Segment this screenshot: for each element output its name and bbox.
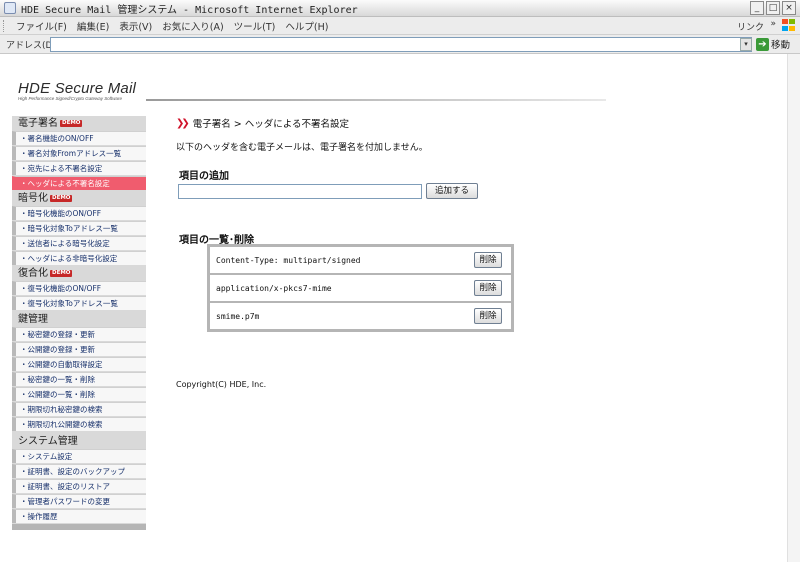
sidebar-section-system: システム管理: [12, 434, 146, 449]
sidebar-item-operation-log[interactable]: ・操作履歴: [12, 509, 146, 523]
list-item-text: smime.p7m: [216, 312, 260, 321]
add-section-heading: 項目の追加: [179, 171, 229, 182]
sidebar-item-admin-password[interactable]: ・管理者パスワードの変更: [12, 494, 146, 508]
menu-edit[interactable]: 編集(E): [77, 19, 109, 33]
sidebar-item-public-key-register[interactable]: ・公開鍵の登録・更新: [12, 342, 146, 356]
sidebar-item-decrypt-to-list[interactable]: ・復号化対象Toアドレス一覧: [12, 296, 146, 310]
add-button[interactable]: 追加する: [426, 183, 478, 199]
sidebar-item-expired-public-key-search[interactable]: ・期限切れ公開鍵の検索: [12, 417, 146, 431]
menu-favorites[interactable]: お気に入り(A): [162, 19, 223, 33]
address-input[interactable]: [50, 37, 752, 52]
sidebar-item-no-encrypt-by-header[interactable]: ・ヘッダによる非暗号化設定: [12, 251, 146, 265]
minimize-button[interactable]: _: [750, 1, 764, 15]
go-button[interactable]: ➔ 移動: [756, 37, 790, 51]
copyright: Copyright(C) HDE, Inc.: [176, 380, 267, 389]
sidebar-item-no-sign-by-recipient[interactable]: ・宛先による不署名設定: [12, 161, 146, 175]
header-input[interactable]: [178, 184, 422, 199]
chevron-down-icon[interactable]: ▾: [740, 38, 752, 51]
ie-app-icon: [4, 2, 16, 14]
menu-bar: ファイル(F) 編集(E) 表示(V) お気に入り(A) ツール(T) ヘルプ(…: [0, 17, 800, 35]
vertical-scrollbar[interactable]: [787, 54, 800, 562]
list-item-text: application/x-pkcs7-mime: [216, 284, 332, 293]
logo-tagline: High Performance Signed/Crypto Gateway S…: [18, 96, 123, 101]
page-description: 以下のヘッダを含む電子メールは、電子署名を付加しません。: [176, 143, 428, 153]
sidebar-item-no-sign-by-header[interactable]: ・ヘッダによる不署名設定: [12, 176, 146, 190]
address-bar: アドレス(D) ▾ ➔ 移動: [0, 35, 800, 54]
sidebar-section-encryption: 暗号化 DEMO: [12, 191, 146, 206]
sidebar-footer: [12, 524, 146, 530]
sidebar-item-encrypt-onoff[interactable]: ・暗号化機能のON/OFF: [12, 206, 146, 220]
breadcrumb: ❯❯ 電子署名 > ヘッダによる不署名設定: [176, 116, 349, 131]
links-button[interactable]: リンク: [737, 20, 764, 33]
sidebar-item-private-key-register[interactable]: ・秘密鍵の登録・更新: [12, 327, 146, 341]
demo-badge: DEMO: [60, 120, 83, 127]
sidebar-section-signature: 電子署名 DEMO: [12, 116, 146, 131]
demo-badge: DEMO: [50, 195, 73, 202]
header-divider: [146, 99, 606, 101]
sidebar-item-encrypt-to-list[interactable]: ・暗号化対象Toアドレス一覧: [12, 221, 146, 235]
double-chevron-icon: ❯❯: [176, 117, 190, 129]
sidebar-item-signature-from-list[interactable]: ・署名対象Fromアドレス一覧: [12, 146, 146, 160]
demo-badge: DEMO: [50, 270, 73, 277]
sidebar-item-public-key-auto-fetch[interactable]: ・公開鍵の自動取得設定: [12, 357, 146, 371]
menu-help[interactable]: ヘルプ(H): [285, 19, 328, 33]
menu-view[interactable]: 表示(V): [119, 19, 152, 33]
window-title: HDE Secure Mail 管理システム - Microsoft Inter…: [21, 4, 358, 16]
menu-tools[interactable]: ツール(T): [234, 19, 276, 33]
delete-button[interactable]: 削除: [474, 280, 502, 296]
maximize-button[interactable]: □: [766, 1, 780, 15]
sidebar-item-encrypt-by-sender[interactable]: ・送信者による暗号化設定: [12, 236, 146, 250]
sidebar-item-private-key-list[interactable]: ・秘密鍵の一覧・削除: [12, 372, 146, 386]
sidebar-item-restore[interactable]: ・証明書、設定のリストア: [12, 479, 146, 493]
list-item-text: Content-Type: multipart/signed: [216, 256, 361, 265]
list-item: Content-Type: multipart/signed 削除: [210, 247, 511, 273]
toolbar-grip: [3, 19, 6, 32]
close-button[interactable]: ×: [782, 1, 796, 15]
windows-logo-icon: [782, 19, 796, 32]
go-label: 移動: [771, 40, 791, 51]
sidebar-item-decrypt-onoff[interactable]: ・復号化機能のON/OFF: [12, 281, 146, 295]
sidebar-section-decryption: 復合化 DEMO: [12, 266, 146, 281]
delete-button[interactable]: 削除: [474, 308, 502, 324]
go-arrow-icon: ➔: [756, 37, 769, 51]
header-list: Content-Type: multipart/signed 削除 applic…: [207, 244, 514, 332]
hde-logo: HDE Secure Mail: [18, 80, 137, 97]
sidebar-item-expired-private-key-search[interactable]: ・期限切れ秘密鍵の検索: [12, 402, 146, 416]
list-item: smime.p7m 削除: [210, 303, 511, 329]
sidebar-section-key-management: 鍵管理: [12, 312, 146, 327]
delete-button[interactable]: 削除: [474, 252, 502, 268]
chevron-right-icon[interactable]: »: [770, 19, 776, 29]
sidebar-item-signature-onoff[interactable]: ・署名機能のON/OFF: [12, 131, 146, 145]
sidebar-item-backup[interactable]: ・証明書、設定のバックアップ: [12, 464, 146, 478]
list-item: application/x-pkcs7-mime 削除: [210, 275, 511, 301]
window-controls: _ □ ×: [750, 1, 796, 15]
menu-file[interactable]: ファイル(F): [16, 19, 67, 33]
title-bar: HDE Secure Mail 管理システム - Microsoft Inter…: [0, 0, 800, 17]
breadcrumb-text: 電子署名 > ヘッダによる不署名設定: [192, 119, 349, 130]
sidebar-item-system-settings[interactable]: ・システム設定: [12, 449, 146, 463]
sidebar-item-public-key-list[interactable]: ・公開鍵の一覧・削除: [12, 387, 146, 401]
address-label: アドレス(D): [6, 40, 56, 51]
